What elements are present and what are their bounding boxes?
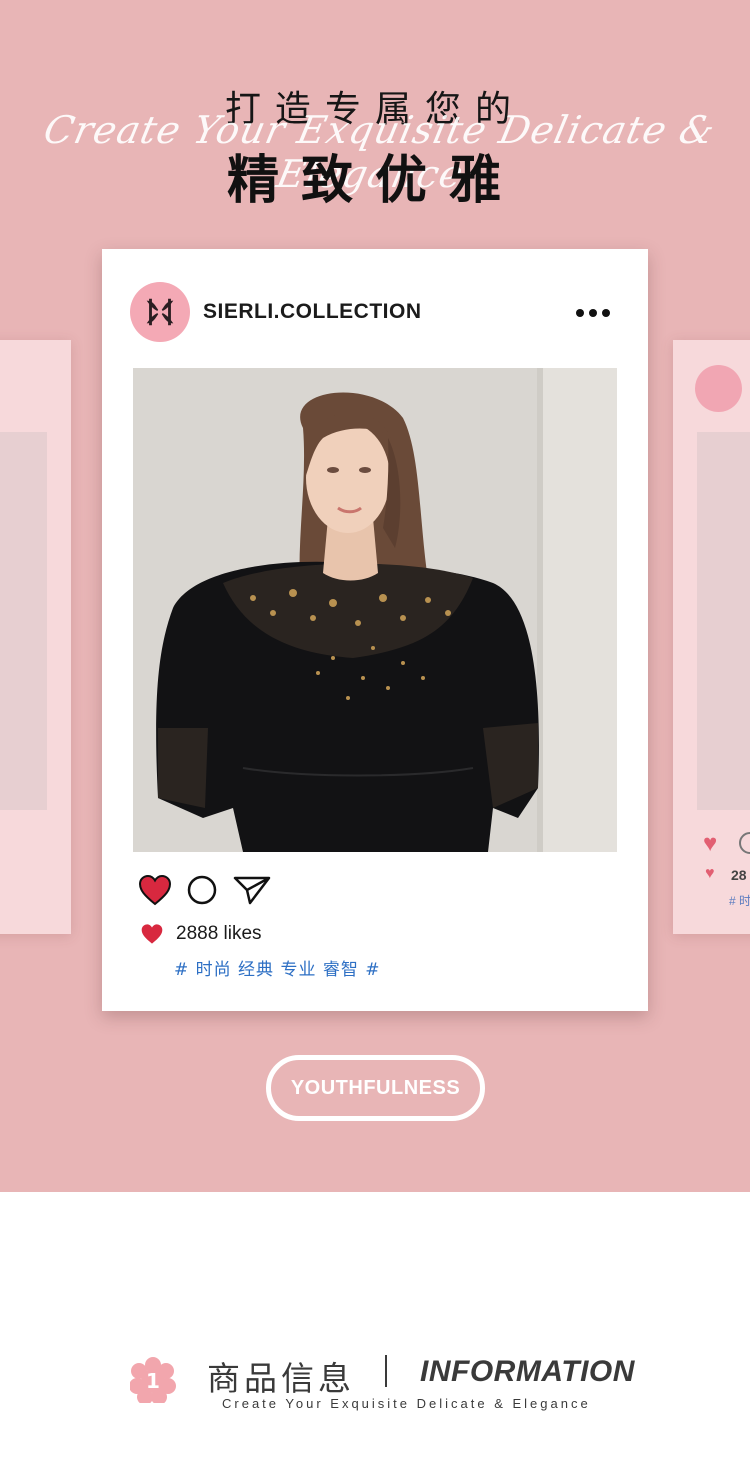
side-card-right[interactable]: ♥ ♥ 28 # 时: [673, 340, 750, 934]
brand-logo-icon: [695, 365, 742, 412]
heart-icon: ♥: [703, 830, 718, 857]
product-photo: [133, 368, 617, 852]
likes-count[interactable]: 2888 likes: [176, 923, 262, 945]
youthfulness-label: YOUTHFULNESS: [290, 1076, 461, 1099]
tags-partial: # 时: [729, 894, 750, 908]
send-icon[interactable]: [232, 874, 272, 906]
side-card-photo: [697, 432, 750, 810]
more-icon[interactable]: [576, 309, 614, 319]
small-heart-icon: [141, 924, 163, 944]
heart-icon[interactable]: [138, 874, 172, 906]
youthfulness-button[interactable]: YOUTHFULNESS: [266, 1055, 485, 1121]
comment-icon[interactable]: [186, 874, 218, 906]
section-title-cn: 商品信息: [207, 1359, 355, 1398]
likes-count-partial: 28: [731, 867, 747, 883]
comment-icon: [739, 832, 750, 854]
hashtags[interactable]: # 时尚 经典 专业 睿智 #: [174, 955, 381, 980]
title-divider: [385, 1355, 387, 1387]
side-card-left[interactable]: [0, 340, 71, 934]
flower-number-badge-icon: 1: [130, 1357, 176, 1403]
post-card: SIERLI.COLLECTION 2888 likes # 时尚 经典 专业 …: [102, 249, 648, 1011]
side-card-photo: [0, 432, 47, 810]
post-actions: [138, 873, 272, 907]
avatar[interactable]: [130, 282, 190, 342]
post-username[interactable]: SIERLI.COLLECTION: [203, 300, 422, 324]
hero-banner: 打造专属您的 Create Your Exquisite Delicate & …: [0, 0, 750, 1192]
section-title-en: INFORMATION: [420, 1355, 635, 1388]
brand-logo-icon: [146, 298, 174, 326]
headline-main: 精致优雅: [226, 151, 523, 211]
small-heart-icon: ♥: [705, 865, 715, 882]
badge-number: 1: [146, 1369, 160, 1393]
section-header: 1 商品信息 INFORMATION Create Your Exquisite…: [0, 1192, 750, 1461]
likes-row: 2888 likes: [140, 921, 262, 947]
section-subtitle: Create Your Exquisite Delicate & Eleganc…: [222, 1396, 591, 1411]
